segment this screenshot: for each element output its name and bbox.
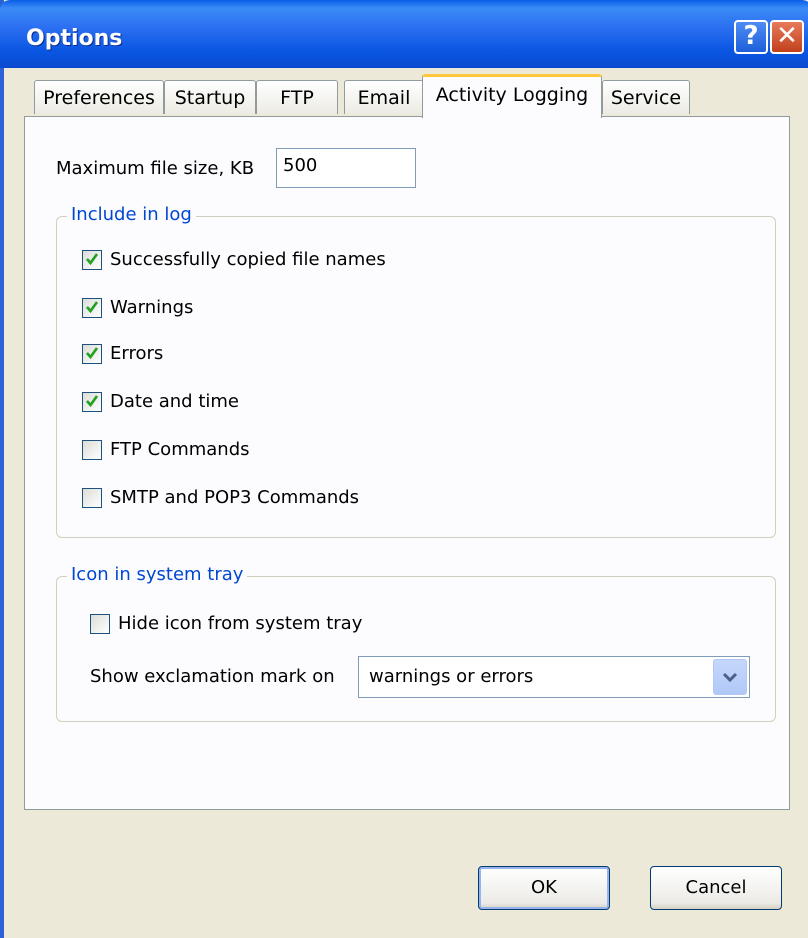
window-title: Options (26, 26, 123, 51)
ftp-commands-label: FTP Commands (110, 439, 250, 460)
tab-service[interactable]: Service (602, 80, 690, 114)
close-icon: ✕ (776, 21, 798, 51)
check-icon (86, 395, 98, 408)
hide-icon-checkbox[interactable] (90, 614, 110, 634)
tab-preferences[interactable]: Preferences (34, 80, 164, 114)
dropdown-button[interactable] (713, 659, 747, 695)
tab-ftp[interactable]: FTP (256, 80, 338, 114)
ftp-commands-checkbox[interactable] (82, 440, 102, 460)
warnings-checkbox[interactable] (82, 298, 102, 318)
options-dialog: Options ? ✕ Preferences Startup FTP Emai… (0, 0, 808, 938)
ok-button[interactable]: OK (478, 866, 610, 910)
chevron-down-icon (722, 672, 738, 683)
cancel-button[interactable]: Cancel (650, 866, 782, 910)
exclamation-mark-label: Show exclamation mark on (90, 666, 335, 687)
warnings-label: Warnings (110, 297, 194, 318)
exclamation-mark-select[interactable]: warnings or errors (358, 656, 750, 698)
tab-startup[interactable]: Startup (164, 80, 256, 114)
help-button[interactable]: ? (734, 20, 768, 54)
check-icon (86, 347, 98, 360)
smtp-pop3-commands-checkbox[interactable] (82, 488, 102, 508)
title-bar[interactable]: Options ? ✕ (0, 0, 808, 68)
help-icon: ? (743, 21, 759, 51)
check-icon (86, 253, 98, 266)
system-tray-title: Icon in system tray (67, 564, 248, 585)
system-tray-group: Icon in system tray (56, 564, 776, 722)
max-file-size-label: Maximum file size, KB (56, 158, 255, 179)
successfully-copied-checkbox[interactable] (82, 250, 102, 270)
date-and-time-checkbox[interactable] (82, 392, 102, 412)
check-icon (86, 301, 98, 314)
close-button[interactable]: ✕ (770, 20, 804, 54)
include-in-log-title: Include in log (67, 204, 196, 225)
errors-checkbox[interactable] (82, 344, 102, 364)
hide-icon-label: Hide icon from system tray (118, 613, 363, 634)
max-file-size-input[interactable]: 500 (276, 148, 416, 188)
errors-label: Errors (110, 343, 164, 364)
tab-email[interactable]: Email (344, 80, 424, 114)
date-and-time-label: Date and time (110, 391, 239, 412)
max-file-size-value: 500 (283, 155, 318, 176)
smtp-pop3-commands-label: SMTP and POP3 Commands (110, 487, 360, 508)
successfully-copied-label: Successfully copied file names (110, 249, 386, 270)
tab-activity-logging[interactable]: Activity Logging (422, 74, 602, 118)
exclamation-mark-value: warnings or errors (369, 666, 534, 687)
